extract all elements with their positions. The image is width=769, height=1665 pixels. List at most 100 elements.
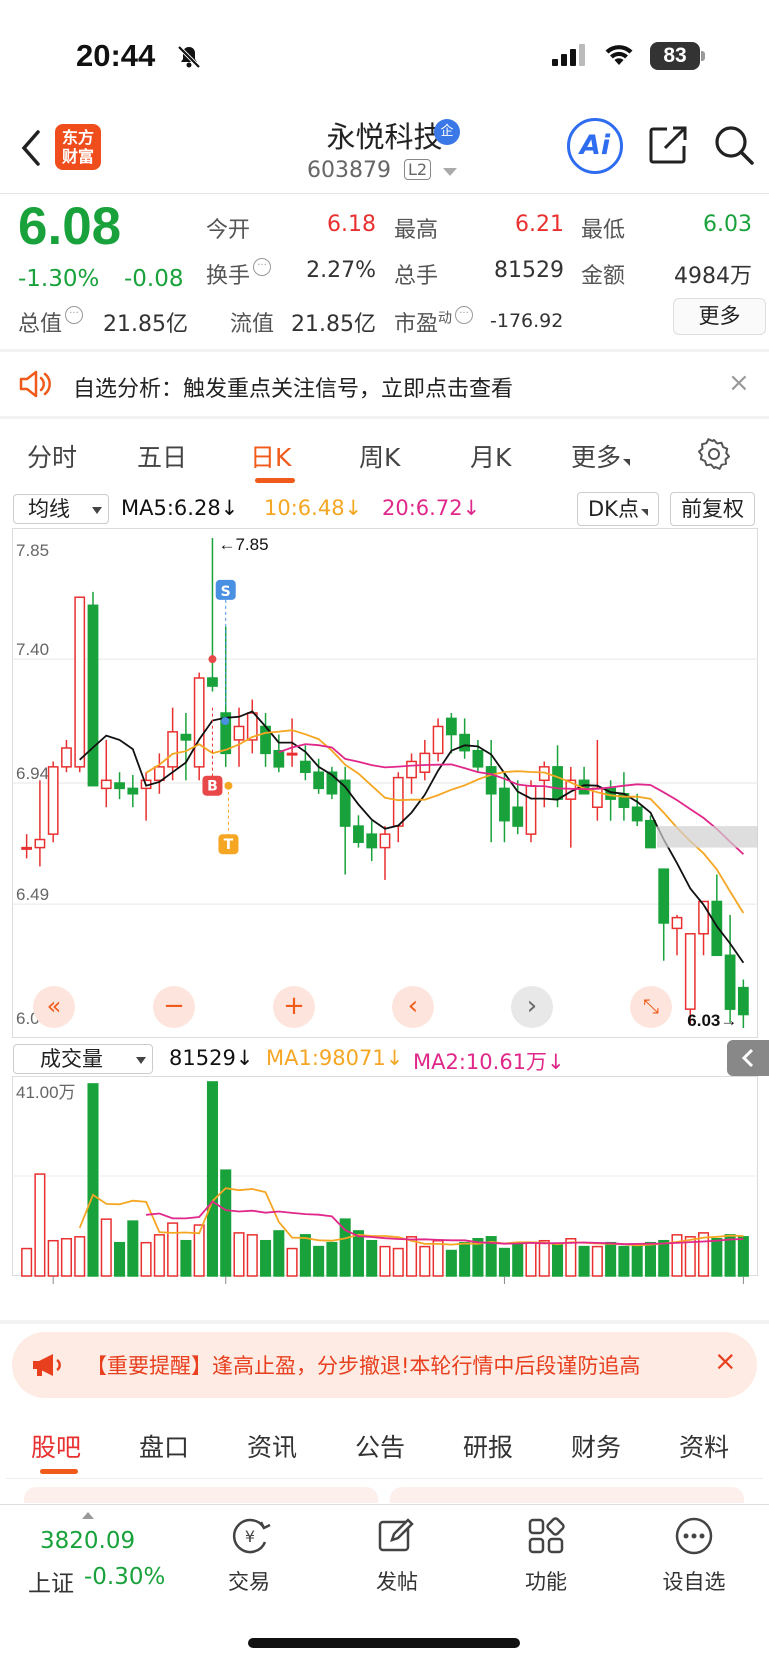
volume-bar [326,1241,338,1277]
mktcap-info-icon[interactable]: ··· [65,306,84,324]
dk-point-button[interactable]: DK点 [577,492,659,526]
candle-body [127,787,139,795]
candle-body [114,782,125,790]
scroll-right-button[interactable]: › [511,986,553,1028]
volume-bar [498,1247,510,1277]
volume-bar [724,1234,736,1277]
code-dropdown-icon[interactable] [443,168,457,176]
mktcap-label: 总值 ··· [18,306,84,338]
volume-chart[interactable]: 41.00万20250717202508062025082820250919 [12,1076,758,1286]
amount-label: 金额 [581,264,626,289]
svg-text:¥: ¥ [245,1527,255,1546]
dk-tri-icon [640,509,648,516]
tab-more[interactable]: 更多 [571,438,631,474]
scroll-left-fast-button[interactable]: « [33,986,75,1028]
turnover-value: 2.27% [306,258,376,283]
notice-close-icon[interactable]: × [714,1346,737,1377]
volume-bar [74,1236,86,1277]
indicator-select-label: 均线 [28,497,70,521]
ma20-label: 20:6.72↓ [382,496,481,520]
candle-body [47,766,59,835]
volume-bar [711,1238,723,1277]
candle-body [299,760,311,773]
tab-gonggao[interactable]: 公告 [355,1428,405,1464]
candle-body [525,784,537,835]
tab-fenshi[interactable]: 分时 [27,438,77,474]
turnover-label-text: 换手 [206,264,251,289]
tab-zhouk[interactable]: 周K [359,438,400,474]
candle-body [684,933,696,1010]
footer-trade[interactable]: 交易 [204,1566,294,1596]
footer-function[interactable]: 功能 [501,1566,591,1596]
vol-ma2-label: MA2:10.61万↓ [413,1050,565,1074]
tab-rik[interactable]: 日K [250,438,291,474]
side-panel-toggle[interactable] [727,1040,769,1076]
volume-bar [352,1230,364,1277]
current-price: 6.08 [18,197,122,256]
tab-yanbao[interactable]: 研报 [463,1428,513,1464]
zoom-in-button[interactable]: + [273,986,315,1028]
sell-marker-label: S [221,584,231,600]
trade-icon[interactable]: ¥ [228,1516,272,1556]
volume-bar [459,1241,471,1277]
footer-post[interactable]: 发帖 [352,1566,442,1596]
index-expand-icon[interactable] [82,1512,94,1519]
mktcap-value: 21.85亿 [103,312,188,337]
tab-zixun[interactable]: 资讯 [247,1428,297,1464]
candle-body [180,733,192,741]
ad-text[interactable]: 自选分析：触发重点关注信号，立即点击查看 [73,371,513,403]
volume-bar [512,1243,524,1277]
tab-yuek[interactable]: 月K [470,438,511,474]
volume-indicator-select[interactable]: 成交量 [13,1044,153,1074]
status-time: 20:44 [76,38,156,73]
ai-button[interactable]: Ai [567,118,623,174]
candle-body [286,752,298,756]
tab-ziliao[interactable]: 资料 [679,1428,729,1464]
more-dots-icon[interactable] [674,1516,714,1556]
search-icon[interactable] [713,124,755,166]
candle-body [645,819,656,849]
adjust-button[interactable]: 前复权 [670,492,755,526]
footer-add-watchlist[interactable]: 设自选 [649,1566,739,1596]
ad-close-icon[interactable]: × [728,368,750,398]
zoom-out-button[interactable]: − [153,986,195,1028]
high-label: 最高 [394,218,439,243]
gear-icon[interactable] [698,438,730,470]
index-name[interactable]: 上证 [28,1564,74,1598]
volume-bar [21,1247,33,1277]
pe-info-icon[interactable]: ··· [455,306,474,324]
volume-bar [114,1241,126,1277]
change-amount: -0.08 [124,266,184,292]
volume-bar [34,1173,46,1277]
kline-chart[interactable]: 7.857.406.946.496.03←7.856.03→SBT [12,528,758,1038]
side-panel-chevron-icon [741,1048,754,1068]
index-change[interactable]: -0.30% [84,1564,165,1590]
wifi-icon [605,45,633,65]
fullscreen-button[interactable]: ⤡ [630,986,672,1028]
buy-marker-label: B [207,779,218,795]
tab-guba[interactable]: 股吧 [31,1428,81,1464]
candle-body [472,749,484,768]
share-icon[interactable] [647,124,689,166]
turnover-info-icon[interactable]: ··· [253,258,272,276]
notice-text[interactable]: 【重要提醒】逢高止盈，分步撤退!本轮行情中后段谨防追高 [86,1350,692,1380]
indicator-select[interactable]: 均线 [13,494,109,524]
tab-caiwu[interactable]: 财务 [571,1428,621,1464]
index-value[interactable]: 3820.09 [40,1528,135,1554]
home-indicator [248,1638,520,1648]
volume-bar [153,1234,165,1277]
volume-bar [220,1169,232,1277]
volume-bar [432,1239,444,1277]
scroll-left-button[interactable]: ‹ [392,986,434,1028]
open-label: 今开 [206,218,251,243]
candle-body [100,779,112,790]
post-edit-icon[interactable] [376,1516,416,1556]
candle-body [658,868,670,924]
more-quote-button[interactable]: 更多 [673,298,766,335]
sell-dot [221,717,230,726]
l2-badge[interactable]: L2 [404,159,432,180]
function-grid-icon[interactable] [526,1516,566,1556]
tab-wuri[interactable]: 五日 [137,438,187,474]
candle-body [61,747,72,768]
tab-pankou[interactable]: 盘口 [139,1428,189,1464]
